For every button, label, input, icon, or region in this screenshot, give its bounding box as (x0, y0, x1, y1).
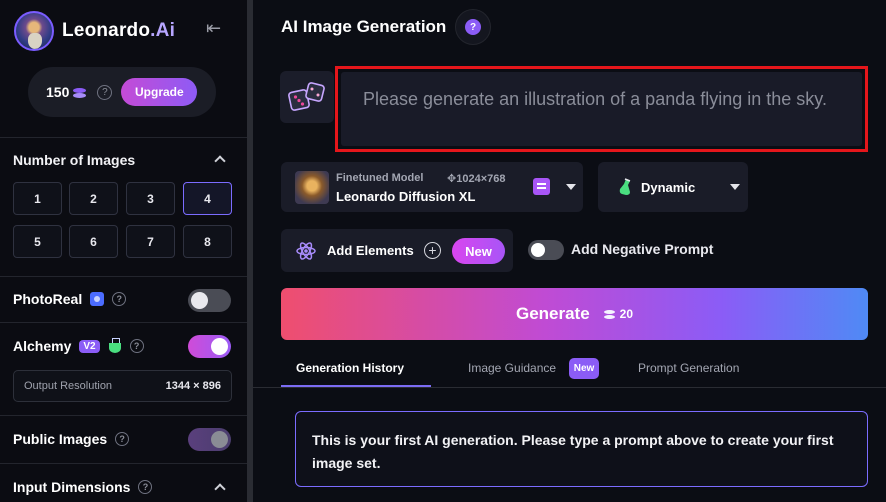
add-elements-button[interactable]: Add Elements + New (281, 229, 513, 272)
alchemy-version-badge: V2 (79, 339, 100, 353)
brand-name: Leonardo.Ai (62, 20, 176, 41)
help-button[interactable]: ? (455, 9, 491, 45)
model-thumbnail (295, 171, 329, 204)
move-arrows-icon: ✥ (447, 173, 457, 185)
photoreal-toggle[interactable] (188, 289, 231, 312)
dice-icon (288, 82, 325, 111)
generate-button[interactable]: Generate 20 (281, 288, 868, 340)
plus-icon: + (424, 242, 441, 259)
style-selector[interactable]: Dynamic (598, 162, 748, 212)
image-guidance-new-badge: New (569, 358, 599, 379)
num-images-option-2[interactable]: 2 (69, 182, 118, 215)
help-icon[interactable]: ? (129, 339, 144, 353)
divider (0, 463, 247, 464)
model-dimensions: ✥1024×768 (447, 173, 506, 185)
negative-prompt-label: Add Negative Prompt (571, 241, 714, 257)
output-resolution-label: Output Resolution (24, 380, 113, 392)
model-caption: Finetuned Model (336, 172, 424, 184)
num-images-option-6[interactable]: 6 (69, 225, 118, 258)
output-resolution-value: 1344 × 896 (165, 380, 221, 392)
help-icon[interactable]: ? (97, 84, 113, 100)
credits-amount: 150 (46, 84, 70, 100)
sidebar: Leonardo.Ai ⇤ 150 ? Upgrade Number of Im… (0, 0, 247, 502)
caret-down-icon (730, 184, 740, 190)
help-icon[interactable]: ? (115, 432, 130, 446)
first-generation-message: This is your first AI generation. Please… (295, 411, 868, 487)
atom-icon (296, 242, 316, 260)
photoreal-label: PhotoReal (13, 291, 83, 307)
add-elements-label: Add Elements (327, 243, 414, 258)
alchemy-label: Alchemy (13, 338, 72, 354)
generate-cost: 20 (603, 307, 633, 321)
generate-label: Generate (515, 304, 590, 323)
token-coin-icon (603, 308, 616, 320)
sidebar-resize-handle[interactable] (247, 0, 253, 502)
logo-avatar-icon (14, 11, 54, 51)
help-icon[interactable]: ? (138, 480, 153, 494)
public-images-label: Public Images (13, 431, 108, 447)
help-icon: ? (465, 19, 481, 35)
active-tab-indicator (281, 385, 431, 387)
input-dimensions-row: Input Dimensions ? (13, 479, 153, 495)
camera-icon (90, 292, 105, 306)
num-images-option-4[interactable]: 4 (183, 182, 232, 215)
tab-image-guidance[interactable]: Image Guidance (468, 361, 556, 375)
num-images-option-7[interactable]: 7 (126, 225, 175, 258)
alchemy-row: Alchemy V2 ? (13, 338, 144, 354)
help-icon[interactable]: ? (112, 292, 127, 306)
tab-generation-history[interactable]: Generation History (296, 361, 404, 375)
alchemy-toggle[interactable] (188, 335, 231, 358)
public-images-toggle[interactable] (188, 428, 231, 451)
divider (0, 137, 247, 138)
output-resolution-field: Output Resolution 1344 × 896 (13, 370, 232, 402)
random-prompt-button[interactable] (280, 71, 334, 123)
tabs-divider (253, 387, 886, 388)
prompt-input[interactable]: Please generate an illustration of a pan… (341, 72, 862, 146)
caret-down-icon (566, 184, 576, 190)
collapse-sidebar-icon[interactable]: ⇤ (206, 18, 221, 39)
input-dimensions-label: Input Dimensions (13, 479, 131, 495)
toggle-knob (191, 292, 208, 309)
model-settings-icon[interactable] (533, 178, 550, 195)
toggle-knob (211, 338, 228, 355)
num-images-option-8[interactable]: 8 (183, 225, 232, 258)
flask-icon (108, 338, 122, 354)
num-images-option-5[interactable]: 5 (13, 225, 62, 258)
brand-logo[interactable]: Leonardo.Ai (14, 11, 175, 51)
photoreal-row: PhotoReal ? (13, 291, 127, 307)
toggle-knob (531, 243, 545, 257)
divider (0, 276, 247, 277)
page-title: AI Image Generation (281, 17, 447, 36)
upgrade-button[interactable]: Upgrade (121, 78, 198, 106)
flask-icon (619, 178, 631, 195)
tab-prompt-generation[interactable]: Prompt Generation (638, 361, 739, 375)
divider (0, 322, 247, 323)
credits-pill: 150 ? Upgrade (28, 67, 216, 117)
prompt-input-highlight: Please generate an illustration of a pan… (335, 66, 868, 152)
model-selector[interactable]: Finetuned Model ✥1024×768 Leonardo Diffu… (281, 162, 583, 212)
new-badge: New (452, 238, 505, 264)
num-images-option-1[interactable]: 1 (13, 182, 62, 215)
model-name: Leonardo Diffusion XL (336, 189, 476, 204)
divider (0, 415, 247, 416)
style-label: Dynamic (641, 180, 696, 195)
chevron-up-icon[interactable] (214, 155, 226, 167)
public-images-row: Public Images ? (13, 431, 130, 447)
chevron-up-icon[interactable] (214, 483, 226, 495)
num-images-option-3[interactable]: 3 (126, 182, 175, 215)
number-of-images-title: Number of Images (13, 152, 136, 168)
token-coin-icon (73, 85, 87, 99)
toggle-knob (211, 431, 228, 448)
negative-prompt-toggle[interactable] (528, 240, 564, 260)
